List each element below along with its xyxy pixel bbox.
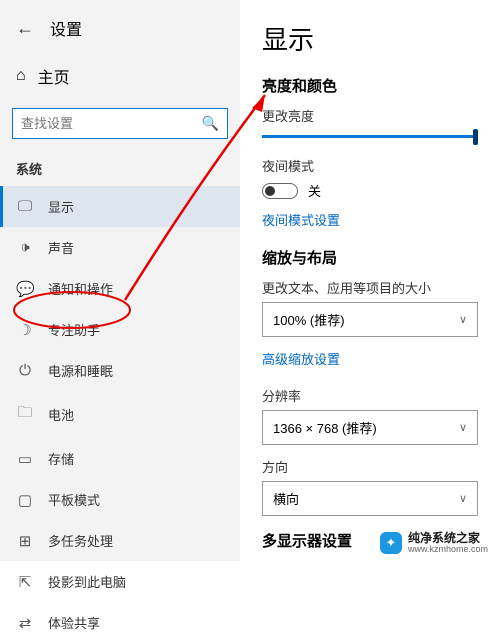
home-icon: ⌂ [16, 67, 26, 85]
brightness-section: 亮度和颜色 [262, 75, 478, 96]
page-title: 显示 [262, 20, 478, 57]
nav-label: 电源和睡眠 [48, 361, 224, 380]
brightness-slider[interactable] [262, 135, 478, 138]
section-label: 系统 [0, 149, 240, 186]
nav-label: 平板模式 [48, 490, 224, 509]
nav-label: 专注助手 [48, 320, 224, 339]
night-mode-label: 夜间模式 [262, 156, 478, 175]
multitask-icon: ⊞ [16, 532, 34, 550]
nav-notifications[interactable]: 💬 通知和操作 [0, 268, 240, 309]
orientation-label: 方向 [262, 457, 478, 476]
projecting-icon: ⇱ [16, 573, 34, 591]
orientation-dropdown[interactable]: 横向 ∨ [262, 481, 478, 516]
scale-label: 更改文本、应用等项目的大小 [262, 278, 478, 297]
settings-title: 设置 [50, 16, 82, 40]
nav-label: 声音 [48, 238, 224, 257]
nav-shared-experiences[interactable]: ⇄ 体验共享 [0, 602, 240, 643]
nav-label: 通知和操作 [48, 279, 224, 298]
chevron-down-icon: ∨ [459, 313, 467, 326]
nav-tablet-mode[interactable]: ▢ 平板模式 [0, 479, 240, 520]
scale-dropdown[interactable]: 100% (推荐) ∨ [262, 302, 478, 337]
nav-label: 电池 [48, 405, 224, 424]
nav-storage[interactable]: ▭ 存储 [0, 438, 240, 479]
chevron-down-icon: ∨ [459, 492, 467, 505]
display-icon: 🖵 [16, 198, 34, 215]
watermark: ✦ 纯净系统之家 www.kzmhome.com [374, 530, 494, 557]
home-nav[interactable]: ⌂ 主页 [0, 54, 240, 98]
watermark-url: www.kzmhome.com [408, 545, 488, 555]
nav-power-sleep[interactable]: ⏻ 电源和睡眠 [0, 350, 240, 391]
night-mode-toggle[interactable] [262, 183, 298, 199]
back-icon[interactable]: ← [16, 18, 34, 39]
chevron-down-icon: ∨ [459, 421, 467, 434]
search-input[interactable] [21, 116, 202, 131]
resolution-label: 分辨率 [262, 386, 478, 405]
nav-battery[interactable]: 🗀 电池 [0, 391, 240, 438]
brightness-label: 更改亮度 [262, 106, 478, 125]
nav-display[interactable]: 🖵 显示 [0, 186, 240, 227]
nav-label: 体验共享 [48, 613, 224, 632]
search-box[interactable]: 🔍 [12, 108, 228, 139]
nav-label: 显示 [48, 197, 224, 216]
scale-section: 缩放与布局 [262, 247, 478, 268]
shared-icon: ⇄ [16, 614, 34, 632]
nav-label: 存储 [48, 449, 224, 468]
nav-label: 投影到此电脑 [48, 572, 224, 591]
toggle-state: 关 [308, 181, 321, 200]
night-mode-settings-link[interactable]: 夜间模式设置 [262, 210, 478, 229]
nav-projecting[interactable]: ⇱ 投影到此电脑 [0, 561, 240, 602]
resolution-dropdown[interactable]: 1366 × 768 (推荐) ∨ [262, 410, 478, 445]
nav-label: 多任务处理 [48, 531, 224, 550]
storage-icon: ▭ [16, 450, 34, 468]
focus-icon: ☽ [16, 321, 34, 339]
search-icon: 🔍 [202, 115, 219, 132]
scale-value: 100% (推荐) [273, 310, 345, 329]
watermark-logo-icon: ✦ [380, 532, 402, 554]
nav-sound[interactable]: 🕩 声音 [0, 227, 240, 268]
nav-multitasking[interactable]: ⊞ 多任务处理 [0, 520, 240, 561]
battery-icon: 🗀 [16, 402, 34, 427]
sound-icon: 🕩 [16, 239, 34, 256]
home-label: 主页 [38, 64, 70, 88]
tablet-icon: ▢ [16, 491, 34, 509]
power-icon: ⏻ [16, 362, 34, 379]
orientation-value: 横向 [273, 489, 299, 508]
notifications-icon: 💬 [16, 280, 34, 298]
resolution-value: 1366 × 768 (推荐) [273, 418, 377, 437]
nav-focus-assist[interactable]: ☽ 专注助手 [0, 309, 240, 350]
advanced-scale-link[interactable]: 高级缩放设置 [262, 349, 478, 368]
